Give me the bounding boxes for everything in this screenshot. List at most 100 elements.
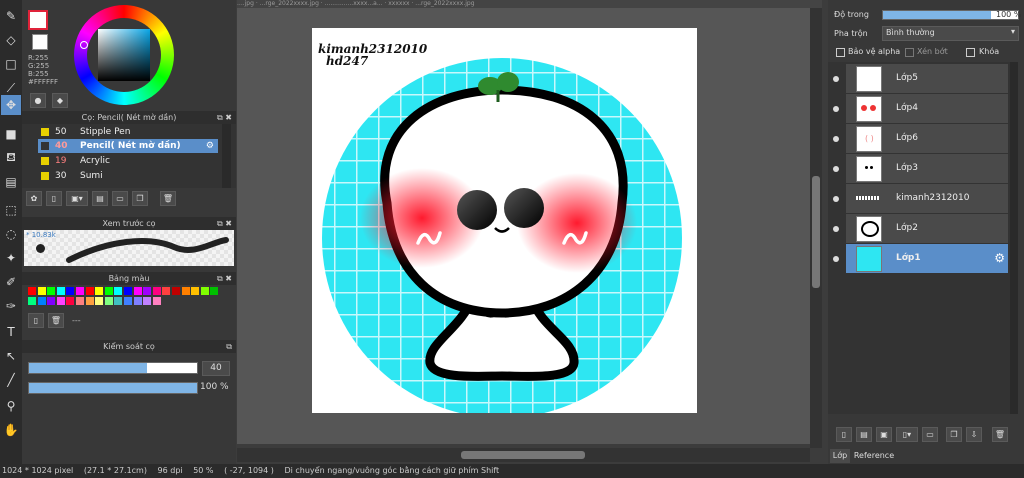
duplicate-layer-icon[interactable]: ❐ <box>946 427 962 442</box>
brush-paste-icon[interactable]: ▤ <box>92 191 108 206</box>
brush-duplicate-icon[interactable]: ❐ <box>132 191 148 206</box>
canvas-vertical-scrollbar[interactable] <box>810 8 822 448</box>
magic-wand-icon[interactable]: ✦ <box>1 248 21 268</box>
palette-color-cell[interactable] <box>85 287 94 295</box>
brush-item[interactable]: 19 Acrylic <box>38 154 218 168</box>
layer-settings-gear-icon[interactable]: ⚙ <box>994 251 1005 265</box>
lock-checkbox[interactable] <box>966 48 975 57</box>
eye-icon[interactable] <box>833 256 839 262</box>
hand-tool-icon[interactable]: ✋ <box>1 420 21 440</box>
palette-color-cell[interactable] <box>133 297 142 305</box>
layer-item-selected[interactable]: Lớp1 ⚙ <box>846 244 1008 274</box>
palette-color-cell[interactable] <box>143 297 152 305</box>
rect-tool-icon[interactable]: ■ <box>1 124 21 144</box>
palette-delete-icon[interactable]: 🗑 <box>48 313 64 328</box>
text-tool-icon[interactable]: T <box>1 322 21 342</box>
eye-icon[interactable] <box>833 76 839 82</box>
palette-color-cell[interactable] <box>172 287 180 295</box>
fill-tool-icon[interactable]: ⛾ <box>1 148 21 168</box>
eyedropper-icon[interactable]: ⚲ <box>1 396 21 416</box>
color-history-icon[interactable]: ◆ <box>52 93 68 108</box>
merge-layer-icon[interactable]: ⇩ <box>966 427 982 442</box>
saturation-box[interactable] <box>98 29 150 81</box>
palette-color-cell[interactable] <box>37 297 46 305</box>
palette-color-cell[interactable] <box>162 287 171 295</box>
foreground-color-swatch[interactable] <box>28 10 48 30</box>
brush-opacity-slider[interactable] <box>28 382 198 394</box>
palette-color-cell[interactable] <box>47 297 56 305</box>
palette-color-cell[interactable] <box>114 297 123 305</box>
protect-alpha-checkbox[interactable] <box>836 48 845 57</box>
palette-color-cell[interactable] <box>200 287 209 295</box>
brush-add-icon[interactable]: ✿ <box>26 191 42 206</box>
layer-item[interactable]: kimanh2312010 <box>846 184 1008 214</box>
brush-list-scrollbar[interactable] <box>222 124 231 188</box>
panel-float-icon[interactable]: ⧉ <box>226 340 232 353</box>
palette-color-cell[interactable] <box>152 297 161 305</box>
brush-item[interactable]: 50 Stipple Pen <box>38 125 218 139</box>
blend-mode-select[interactable]: Bình thường ▾ <box>882 26 1019 41</box>
palette-color-cell[interactable] <box>104 287 113 295</box>
eye-icon[interactable] <box>833 166 839 172</box>
layer-item[interactable]: Lớp5 <box>846 64 1008 94</box>
palette-color-cell[interactable] <box>133 287 142 295</box>
eye-icon[interactable] <box>833 226 839 232</box>
palette-color-cell[interactable] <box>28 297 36 305</box>
eye-icon[interactable] <box>833 106 839 112</box>
palette-color-cell[interactable] <box>85 297 94 305</box>
eraser-tool-icon[interactable]: ◇ <box>1 30 21 50</box>
background-color-swatch[interactable] <box>32 34 48 50</box>
palette-color-cell[interactable] <box>66 297 75 305</box>
palette-color-cell[interactable] <box>152 287 161 295</box>
palette-color-cell[interactable] <box>66 287 75 295</box>
brush-copy-icon[interactable]: ▣▾ <box>66 191 88 206</box>
new-halftone-layer-icon[interactable]: ▤ <box>856 427 872 442</box>
palette-color-cell[interactable] <box>56 287 65 295</box>
palette-color-cell[interactable] <box>114 287 123 295</box>
palette-color-cell[interactable] <box>210 287 219 295</box>
palette-add-icon[interactable]: ▯ <box>28 313 44 328</box>
divider-tool-icon[interactable]: ╱ <box>1 370 21 390</box>
layer-list-scrollbar[interactable] <box>1010 62 1018 414</box>
palette-color-cell[interactable] <box>37 287 46 295</box>
layer-item[interactable]: Lớp4 <box>846 94 1008 124</box>
brush-delete-icon[interactable]: 🗑 <box>160 191 176 206</box>
brush-size-value[interactable]: 40 <box>202 361 230 376</box>
clip-checkbox[interactable] <box>905 48 914 57</box>
color-wheel[interactable] <box>74 5 174 105</box>
gradient-tool-icon[interactable]: ▤ <box>1 172 21 192</box>
tab-layer[interactable]: Lớp <box>830 449 850 463</box>
color-mode-icon[interactable]: ● <box>30 93 46 108</box>
eye-icon[interactable] <box>833 196 839 202</box>
brush-new-icon[interactable]: ▯ <box>46 191 62 206</box>
layer-item[interactable]: ( ) Lớp6 <box>846 124 1008 154</box>
panel-float-close-icon[interactable]: ⧉ ✖ <box>217 111 232 124</box>
select-eraser-icon[interactable]: ✑ <box>1 296 21 316</box>
lasso-icon[interactable]: ◌ <box>1 224 21 244</box>
palette-color-cell[interactable] <box>191 287 200 295</box>
delete-layer-icon[interactable]: 🗑 <box>992 427 1008 442</box>
operation-tool-icon[interactable]: ↖ <box>1 346 21 366</box>
panel-float-close-icon[interactable]: ⧉ ✖ <box>217 217 232 230</box>
select-pen-icon[interactable]: ✐ <box>1 272 21 292</box>
eye-icon[interactable] <box>833 136 839 142</box>
document-tabs[interactable]: ....jpg · ...rge_2022xxxx.jpg · ........… <box>237 0 822 8</box>
palette-color-cell[interactable] <box>143 287 152 295</box>
panel-float-close-icon[interactable]: ⧉ ✖ <box>217 272 232 285</box>
shape-tool-icon[interactable]: □ <box>1 54 21 74</box>
layer-item[interactable]: Lớp2 <box>846 214 1008 244</box>
palette-color-cell[interactable] <box>76 297 84 305</box>
palette-color-cell[interactable] <box>124 287 132 295</box>
palette-color-cell[interactable] <box>95 287 104 295</box>
select-rect-icon[interactable]: ⬚ <box>1 200 21 220</box>
layer-menu-icon[interactable]: ▯▾ <box>896 427 918 442</box>
palette-color-cell[interactable] <box>47 287 56 295</box>
new-folder-layer-icon[interactable]: ▣ <box>876 427 892 442</box>
tab-reference[interactable]: Reference <box>852 449 896 463</box>
palette-color-cell[interactable] <box>124 297 132 305</box>
palette-color-cell[interactable] <box>95 297 104 305</box>
vertical-scroll-thumb[interactable] <box>812 176 820 288</box>
new-layer-icon[interactable]: ▯ <box>836 427 852 442</box>
palette-color-cell[interactable] <box>28 287 36 295</box>
brush-size-slider[interactable] <box>28 362 198 374</box>
